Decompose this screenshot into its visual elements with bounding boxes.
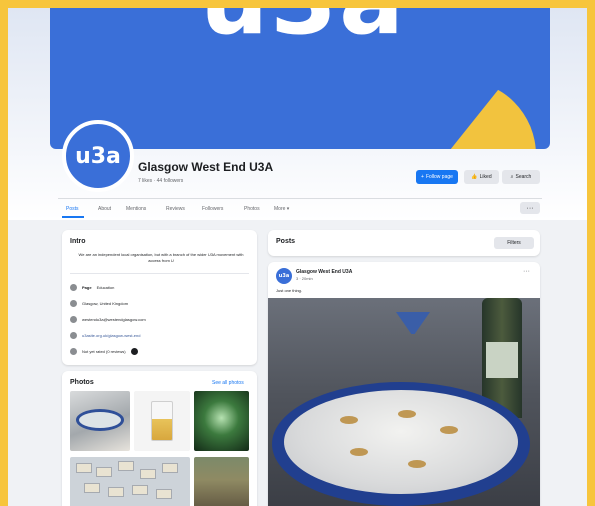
star-icon [70, 348, 77, 355]
garnish-dot [408, 460, 426, 468]
cover-photo[interactable]: u3a [50, 8, 550, 149]
tabs-divider [58, 198, 542, 199]
dish-foam-shape [284, 390, 518, 494]
page-category-label: Page [82, 285, 92, 290]
globe-icon [70, 332, 77, 339]
photos-title: Photos [70, 379, 94, 386]
tab-more[interactable]: More ▾ [274, 206, 289, 212]
photo-book-shape [132, 485, 148, 495]
thumbs-up-icon: 👍 [471, 174, 478, 180]
location-pin-icon [70, 300, 77, 307]
liked-button[interactable]: 👍 Liked [464, 170, 499, 184]
photo-thumbnail[interactable] [70, 391, 130, 451]
location-text[interactable]: Glasgow, United Kingdom [82, 301, 128, 306]
photo-dish-shape [76, 409, 124, 431]
post-timestamp[interactable]: 3 · 20min [296, 276, 313, 281]
cover-yellow-shape [386, 80, 536, 149]
tab-reviews[interactable]: Reviews [166, 206, 185, 212]
search-icon: ⌕ [510, 174, 514, 180]
search-button[interactable]: ⌕ Search [502, 170, 540, 184]
bottle-label-shape [486, 342, 518, 378]
posts-title: Posts [276, 238, 296, 245]
garnish-dot [340, 416, 358, 424]
info-icon [70, 284, 77, 291]
email-text[interactable]: westendu3a@westendglasgow.com [82, 317, 146, 322]
tab-followers[interactable]: Followers [202, 206, 223, 212]
facebook-page: u3a u3a Glasgow West End U3A 7 likes · 4… [8, 8, 587, 506]
tab-photos[interactable]: Photos [244, 206, 260, 212]
photo-book-shape [118, 461, 134, 471]
website-link[interactable]: u3asite.org.uk/glasgow-west-end [82, 333, 140, 338]
see-all-photos-link[interactable]: See all photos [212, 380, 244, 386]
intro-rating: Not yet rated (0 reviews) [70, 348, 138, 355]
rating-text: Not yet rated (0 reviews) [82, 349, 126, 354]
cover-logo: u3a [200, 8, 406, 56]
intro-location: Glasgow, United Kingdom [70, 300, 128, 307]
filters-button[interactable]: Filters [494, 237, 534, 249]
page-title: Glasgow West End U3A [138, 160, 274, 174]
active-tab-indicator [62, 216, 84, 218]
post-options-icon[interactable]: ··· [523, 268, 530, 275]
page-follower-count[interactable]: 7 likes · 44 followers [138, 178, 183, 184]
post-text: Just one thing. [276, 288, 303, 293]
intro-card: Intro We are an independent local organi… [62, 230, 257, 365]
intro-email: westendu3a@westendglasgow.com [70, 316, 146, 323]
intro-title: Intro [70, 238, 86, 245]
post-author-avatar[interactable]: u3a [276, 268, 292, 284]
page-category-value[interactable]: Education [97, 285, 115, 290]
photo-thumbnail[interactable] [194, 457, 249, 506]
post-author-name[interactable]: Glasgow West End U3A [296, 269, 352, 275]
intro-page-category: Page Education [70, 284, 114, 291]
photo-thumbnail[interactable] [70, 457, 190, 506]
photo-book-shape [156, 489, 172, 499]
post-card: u3a Glasgow West End U3A 3 · 20min ··· J… [268, 262, 540, 506]
post-photo[interactable] [268, 298, 540, 506]
follow-icon: + [421, 174, 424, 180]
photo-thumbnail[interactable] [134, 391, 190, 451]
photo-book-shape [76, 463, 92, 473]
intro-website: u3asite.org.uk/glasgow-west-end [70, 332, 140, 339]
photo-book-shape [140, 469, 156, 479]
info-circle-icon[interactable] [130, 348, 138, 355]
garnish-dot [350, 448, 368, 456]
photo-book-shape [108, 487, 124, 497]
photos-card: Photos See all photos [62, 371, 257, 506]
intro-description: We are an independent local organisation… [78, 252, 244, 263]
photo-book-shape [96, 467, 112, 477]
filters-button-label: Filters [507, 240, 521, 246]
liked-button-label: Liked [479, 174, 492, 180]
garnish-dot [398, 410, 416, 418]
tab-mentions[interactable]: Mentions [126, 206, 146, 212]
page-avatar[interactable]: u3a [62, 120, 134, 192]
mail-icon [70, 316, 77, 323]
more-icon[interactable]: ··· [520, 202, 540, 214]
follow-button[interactable]: + Follow page [416, 170, 458, 184]
photo-thumbnail[interactable] [194, 391, 249, 451]
search-button-label: Search [515, 174, 532, 180]
photo-book-shape [84, 483, 100, 493]
tab-about[interactable]: About [98, 206, 111, 212]
cocktail-glass-shape [396, 312, 430, 334]
tab-posts[interactable]: Posts [66, 206, 79, 212]
garnish-dot [440, 426, 458, 434]
photo-book-shape [162, 463, 178, 473]
follow-button-label: Follow page [425, 174, 453, 180]
intro-divider [70, 273, 249, 274]
posts-header-card: Posts Filters [268, 230, 540, 256]
photo-glass-shape [151, 401, 173, 441]
